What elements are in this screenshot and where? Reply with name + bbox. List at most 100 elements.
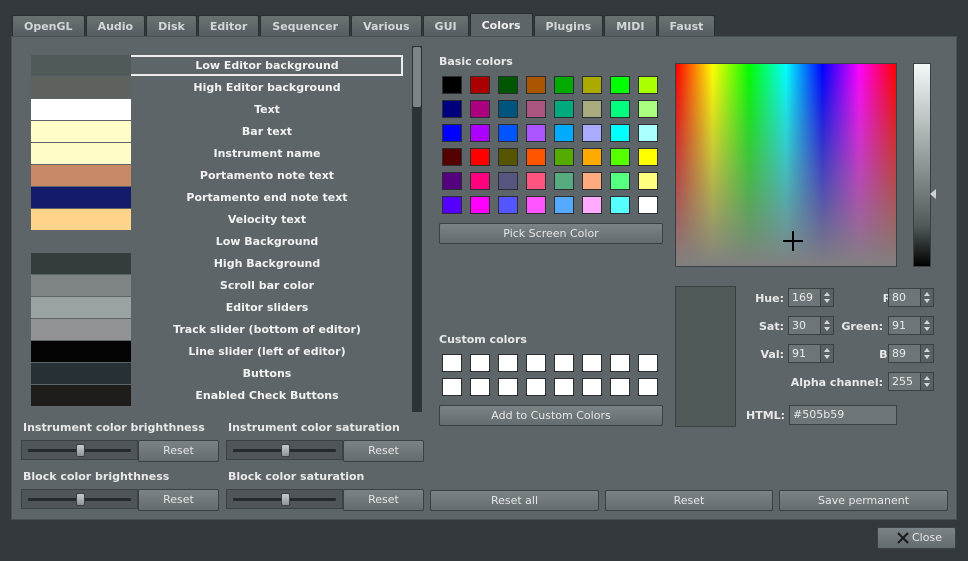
basic-color-swatch[interactable]: [526, 100, 546, 118]
val-spinbox[interactable]: 91: [788, 344, 834, 363]
color-list-item[interactable]: High Background: [31, 253, 403, 274]
color-spectrum[interactable]: [675, 63, 897, 267]
basic-color-swatch[interactable]: [470, 196, 490, 214]
reset-button[interactable]: Reset: [605, 490, 773, 511]
scrollbar-thumb[interactable]: [413, 47, 421, 107]
block-saturation-slider[interactable]: [226, 489, 343, 509]
tab-faust[interactable]: Faust: [657, 15, 716, 37]
basic-color-swatch[interactable]: [638, 196, 658, 214]
color-list-item[interactable]: Portamento end note text: [31, 187, 403, 208]
basic-color-swatch[interactable]: [442, 124, 462, 142]
block-brightness-reset-button[interactable]: Reset: [138, 489, 219, 511]
tab-editor[interactable]: Editor: [197, 15, 260, 37]
basic-color-swatch[interactable]: [498, 100, 518, 118]
basic-color-swatch[interactable]: [582, 100, 602, 118]
custom-color-swatch[interactable]: [554, 354, 574, 372]
basic-color-swatch[interactable]: [610, 76, 630, 94]
basic-color-swatch[interactable]: [554, 76, 574, 94]
basic-color-swatch[interactable]: [638, 76, 658, 94]
slider-handle[interactable]: [76, 444, 85, 457]
block-saturation-reset-button[interactable]: Reset: [343, 489, 424, 511]
basic-color-swatch[interactable]: [498, 76, 518, 94]
basic-color-swatch[interactable]: [554, 172, 574, 190]
color-list-item[interactable]: Enabled Check Buttons: [31, 385, 403, 406]
slider-handle[interactable]: [281, 493, 290, 506]
instrument-brightness-reset-button[interactable]: Reset: [138, 440, 219, 462]
color-list-item[interactable]: Buttons: [31, 363, 403, 384]
custom-color-swatch[interactable]: [442, 354, 462, 372]
custom-color-swatch[interactable]: [526, 354, 546, 372]
block-brightness-slider[interactable]: [21, 489, 138, 509]
add-to-custom-colors-button[interactable]: Add to Custom Colors: [439, 405, 663, 426]
tab-audio[interactable]: Audio: [85, 15, 146, 37]
basic-color-swatch[interactable]: [442, 172, 462, 190]
instrument-brightness-slider[interactable]: [21, 440, 138, 460]
custom-color-swatch[interactable]: [638, 354, 658, 372]
basic-color-swatch[interactable]: [526, 124, 546, 142]
tab-various[interactable]: Various: [351, 15, 422, 37]
color-list-item[interactable]: Velocity text: [31, 209, 403, 230]
basic-color-swatch[interactable]: [526, 148, 546, 166]
basic-color-swatch[interactable]: [442, 148, 462, 166]
tab-midi[interactable]: MIDI: [604, 15, 657, 37]
color-list-item[interactable]: Low Editor background: [31, 55, 403, 76]
close-button[interactable]: Close: [877, 527, 956, 549]
basic-color-swatch[interactable]: [498, 148, 518, 166]
alpha-spinbox[interactable]: 255: [888, 372, 934, 391]
basic-color-swatch[interactable]: [638, 148, 658, 166]
basic-color-swatch[interactable]: [610, 172, 630, 190]
basic-color-swatch[interactable]: [442, 76, 462, 94]
color-list-item[interactable]: Line slider (left of editor): [31, 341, 403, 362]
basic-color-swatch[interactable]: [610, 124, 630, 142]
tab-gui[interactable]: GUI: [422, 15, 469, 37]
color-list-item[interactable]: Text: [31, 99, 403, 120]
basic-color-swatch[interactable]: [498, 172, 518, 190]
basic-color-swatch[interactable]: [498, 124, 518, 142]
tab-colors[interactable]: Colors: [469, 13, 533, 37]
custom-color-swatch[interactable]: [582, 378, 602, 396]
color-list-item[interactable]: Instrument name: [31, 143, 403, 164]
red-spinbox[interactable]: 80: [888, 288, 934, 307]
color-list-item[interactable]: Scroll bar color: [31, 275, 403, 296]
basic-color-swatch[interactable]: [638, 124, 658, 142]
basic-color-swatch[interactable]: [638, 100, 658, 118]
color-list-item[interactable]: Low Background: [31, 231, 403, 252]
color-list-scrollbar[interactable]: [412, 46, 422, 412]
color-list-item[interactable]: Bar text: [31, 121, 403, 142]
basic-color-swatch[interactable]: [498, 196, 518, 214]
custom-color-swatch[interactable]: [498, 354, 518, 372]
color-list-item[interactable]: High Editor background: [31, 77, 403, 98]
basic-color-swatch[interactable]: [526, 172, 546, 190]
color-list-item[interactable]: Track slider (bottom of editor): [31, 319, 403, 340]
custom-color-swatch[interactable]: [582, 354, 602, 372]
hue-spinbox[interactable]: 169: [788, 288, 834, 307]
basic-color-swatch[interactable]: [470, 172, 490, 190]
save-permanent-button[interactable]: Save permanent: [779, 490, 948, 511]
tab-disk[interactable]: Disk: [146, 15, 197, 37]
basic-color-swatch[interactable]: [554, 148, 574, 166]
basic-color-swatch[interactable]: [526, 76, 546, 94]
reset-all-button[interactable]: Reset all: [430, 490, 599, 511]
basic-color-swatch[interactable]: [582, 76, 602, 94]
basic-color-swatch[interactable]: [582, 172, 602, 190]
sat-spinbox[interactable]: 30: [788, 316, 834, 335]
basic-color-swatch[interactable]: [442, 196, 462, 214]
basic-color-swatch[interactable]: [638, 172, 658, 190]
basic-color-swatch[interactable]: [526, 196, 546, 214]
custom-color-swatch[interactable]: [610, 378, 630, 396]
tab-sequencer[interactable]: Sequencer: [260, 15, 351, 37]
slider-handle[interactable]: [76, 493, 85, 506]
basic-color-swatch[interactable]: [582, 124, 602, 142]
custom-color-swatch[interactable]: [610, 354, 630, 372]
slider-handle[interactable]: [281, 444, 290, 457]
instrument-saturation-reset-button[interactable]: Reset: [343, 440, 424, 462]
basic-color-swatch[interactable]: [554, 124, 574, 142]
instrument-saturation-slider[interactable]: [226, 440, 343, 460]
basic-color-swatch[interactable]: [442, 100, 462, 118]
color-list[interactable]: Low Editor background High Editor backgro…: [31, 55, 415, 408]
basic-color-swatch[interactable]: [554, 100, 574, 118]
basic-color-swatch[interactable]: [554, 196, 574, 214]
basic-color-swatch[interactable]: [470, 124, 490, 142]
basic-color-swatch[interactable]: [610, 148, 630, 166]
basic-color-swatch[interactable]: [610, 100, 630, 118]
